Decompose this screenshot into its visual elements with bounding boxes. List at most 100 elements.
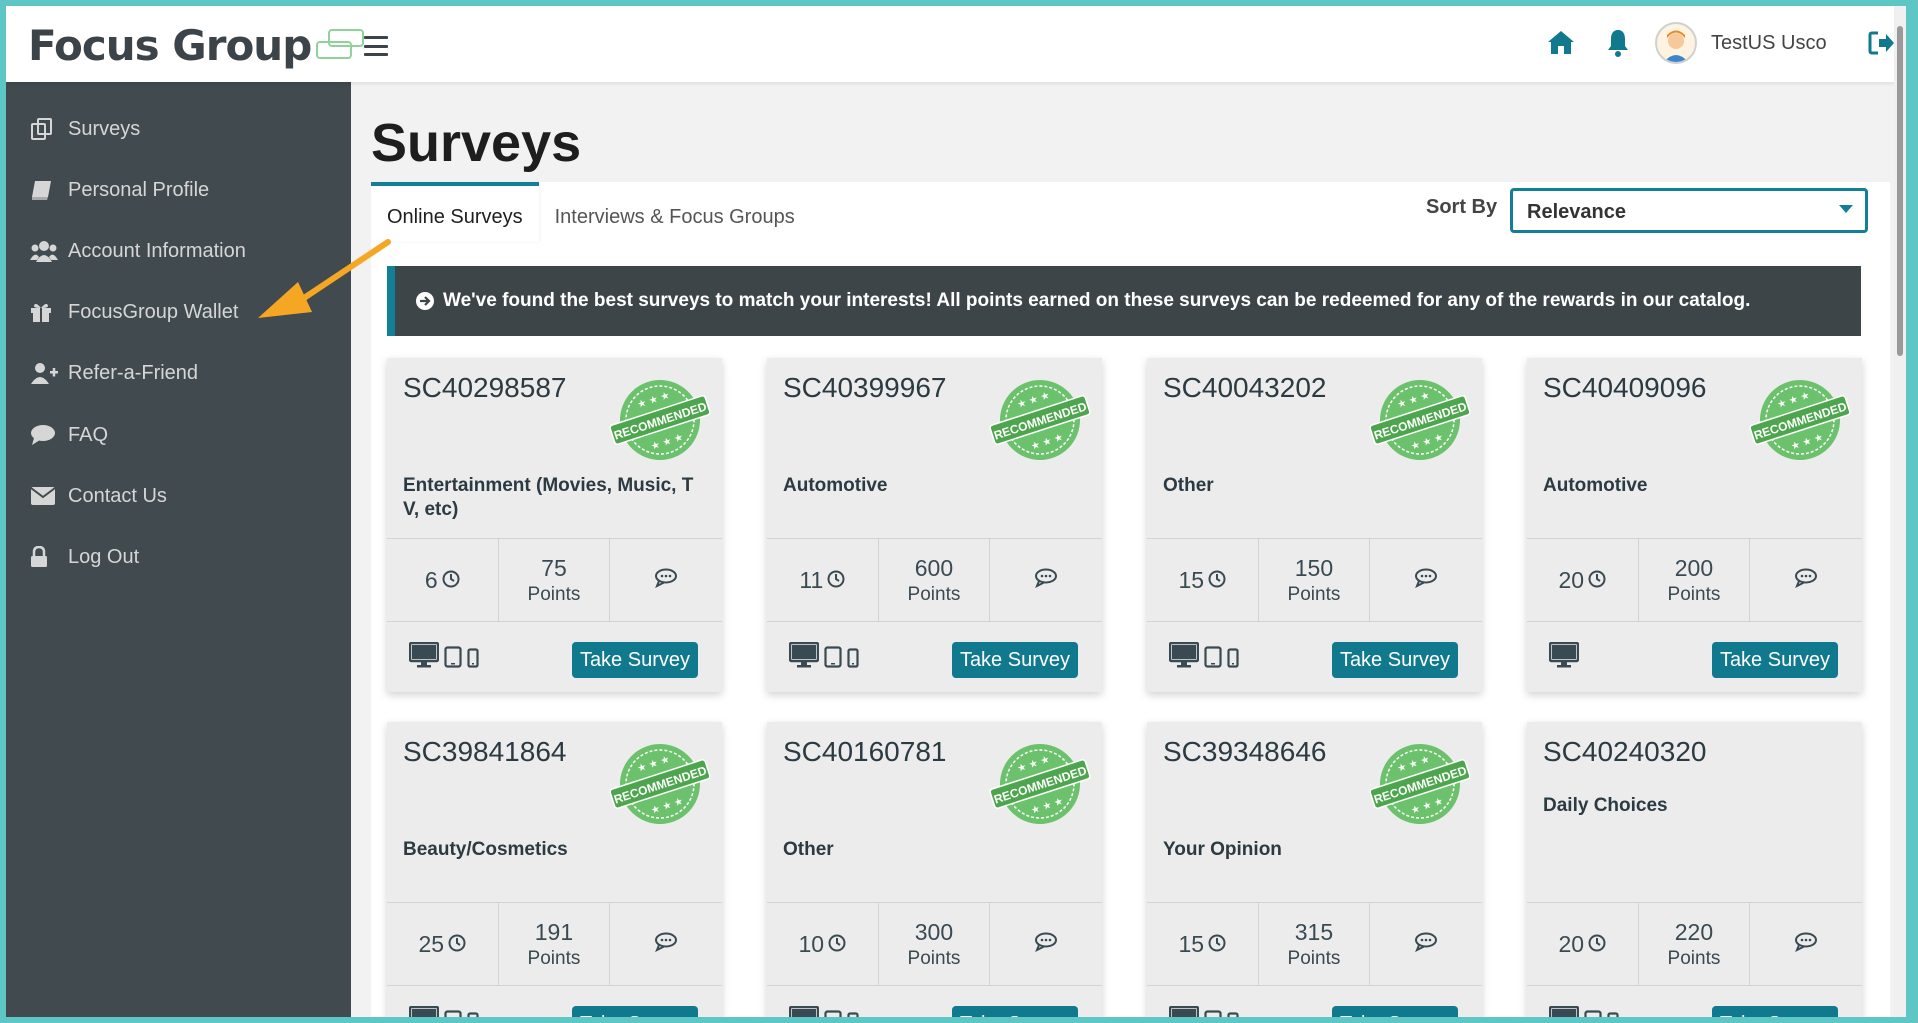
points-label: Points: [1667, 583, 1721, 605]
desktop-icon: [1169, 642, 1199, 668]
menu-toggle-button[interactable]: [364, 36, 388, 56]
sidebar-item-account-information[interactable]: Account Information: [30, 236, 246, 266]
comment-dots-icon[interactable]: [654, 568, 678, 593]
sidebar-item-label: Contact Us: [68, 484, 167, 507]
take-survey-button[interactable]: Take Survey: [951, 1006, 1078, 1017]
comment-dots-icon[interactable]: [1414, 932, 1438, 957]
points-value: 75: [541, 554, 567, 581]
phone-icon: [1227, 648, 1239, 668]
tab-interviews-focus-groups[interactable]: Interviews & Focus Groups: [539, 182, 811, 242]
survey-points: 150 Points: [1259, 539, 1371, 621]
recommended-badge-icon: RECOMMENDED ★ ★ ★ ★ ★ ★: [1366, 376, 1474, 468]
survey-category: Daily Choices: [1543, 795, 1668, 816]
points-value: 220: [1674, 918, 1714, 945]
phone-icon: [847, 1012, 859, 1017]
survey-stats: 10 300 Points: [767, 902, 1102, 986]
avatar[interactable]: [1655, 22, 1697, 64]
survey-points: 191 Points: [499, 903, 611, 985]
survey-duration: 11: [767, 539, 879, 621]
take-survey-button[interactable]: Take Survey: [571, 642, 698, 678]
duration-minutes: 25: [418, 930, 445, 957]
survey-stats: 25 191 Points: [387, 902, 722, 986]
take-survey-button[interactable]: Take Survey: [1711, 642, 1838, 678]
logo-text: Focus Group: [28, 20, 312, 70]
username[interactable]: TestUS Usco: [1711, 32, 1827, 55]
survey-category: Other: [783, 839, 834, 860]
take-survey-button[interactable]: Take Survey: [1331, 642, 1458, 678]
envelope-icon: [30, 483, 60, 509]
survey-category: Other: [1163, 475, 1214, 496]
survey-comments[interactable]: [610, 903, 722, 985]
survey-comments[interactable]: [1370, 539, 1482, 621]
take-survey-button[interactable]: Take Survey: [1331, 1006, 1458, 1017]
sidebar-item-label: Personal Profile: [68, 178, 210, 201]
comment-dots-icon[interactable]: [654, 932, 678, 957]
tablet-icon: [1204, 1010, 1222, 1017]
scrollbar-thumb[interactable]: [1897, 26, 1903, 356]
sidebar-item-surveys[interactable]: Surveys: [30, 114, 140, 144]
comment-dots-icon[interactable]: [1034, 568, 1058, 593]
desktop-icon: [409, 642, 439, 668]
survey-points: 300 Points: [879, 903, 991, 985]
duration-minutes: 15: [1178, 930, 1205, 957]
app-window: Focus Group TestUS Usco Surveys Personal…: [6, 6, 1906, 1017]
scrollbar[interactable]: [1894, 6, 1906, 1017]
points-label: Points: [907, 947, 961, 969]
phone-icon: [847, 648, 859, 668]
clock-icon: [1584, 931, 1606, 958]
points-value: 200: [1674, 554, 1714, 581]
device-compatibility: [789, 642, 859, 668]
survey-comments[interactable]: [1750, 539, 1862, 621]
survey-comments[interactable]: [1370, 903, 1482, 985]
sidebar-item-contact-us[interactable]: Contact Us: [30, 481, 167, 511]
survey-comments[interactable]: [1750, 903, 1862, 985]
survey-comments[interactable]: [990, 903, 1102, 985]
recommended-badge-icon: RECOMMENDED ★ ★ ★ ★ ★ ★: [986, 740, 1094, 832]
lock-icon: [30, 544, 60, 570]
tablet-icon: [824, 1010, 842, 1017]
comment-dots-icon[interactable]: [1794, 932, 1818, 957]
survey-comments[interactable]: [990, 539, 1102, 621]
gift-icon: [30, 299, 60, 325]
survey-points: 75 Points: [499, 539, 611, 621]
points-label: Points: [907, 583, 961, 605]
duration-minutes: 6: [424, 566, 438, 593]
tab-online-surveys[interactable]: Online Surveys: [371, 182, 539, 242]
comment-dots-icon[interactable]: [1794, 568, 1818, 593]
clock-icon: [444, 931, 466, 958]
survey-id: SC40399967: [783, 372, 947, 403]
device-compatibility: [1549, 1006, 1619, 1017]
sidebar-item-log-out[interactable]: Log Out: [30, 542, 139, 572]
users-icon: [30, 238, 60, 264]
logout-icon[interactable]: [1868, 30, 1896, 56]
survey-id: SC40298587: [403, 372, 567, 403]
home-icon[interactable]: [1546, 28, 1576, 56]
clock-icon: [1204, 931, 1226, 958]
bell-icon[interactable]: [1606, 28, 1630, 58]
comment-dots-icon[interactable]: [1414, 568, 1438, 593]
survey-card: SC40043202 RECOMMENDED ★ ★ ★ ★ ★ ★ Other…: [1147, 358, 1482, 692]
desktop-icon: [1549, 642, 1579, 668]
sidebar-item-personal-profile[interactable]: Personal Profile: [30, 175, 209, 205]
sidebar-item-faq[interactable]: FAQ: [30, 420, 108, 450]
sidebar-item-focusgroup-wallet[interactable]: FocusGroup Wallet: [30, 297, 238, 327]
take-survey-button[interactable]: Take Survey: [571, 1006, 698, 1017]
logo[interactable]: Focus Group: [28, 18, 367, 72]
logo-mark-icon: [316, 29, 365, 59]
survey-comments[interactable]: [610, 539, 722, 621]
user-plus-icon: [30, 360, 60, 386]
info-banner-text: We've found the best surveys to match yo…: [443, 290, 1751, 311]
comment-icon: [30, 422, 60, 448]
survey-points: 220 Points: [1639, 903, 1751, 985]
take-survey-button[interactable]: Take Survey: [1711, 1006, 1838, 1017]
survey-category: Automotive: [1543, 475, 1648, 496]
top-header: Focus Group TestUS Usco: [6, 6, 1906, 82]
sidebar-item-refer-a-friend[interactable]: Refer-a-Friend: [30, 358, 198, 388]
hamburger-line: [364, 53, 388, 56]
phone-icon: [1227, 1012, 1239, 1017]
take-survey-button[interactable]: Take Survey: [951, 642, 1078, 678]
comment-dots-icon[interactable]: [1034, 932, 1058, 957]
tablet-icon: [444, 1010, 462, 1017]
points-value: 600: [914, 554, 954, 581]
sort-select[interactable]: Relevance: [1510, 188, 1868, 233]
